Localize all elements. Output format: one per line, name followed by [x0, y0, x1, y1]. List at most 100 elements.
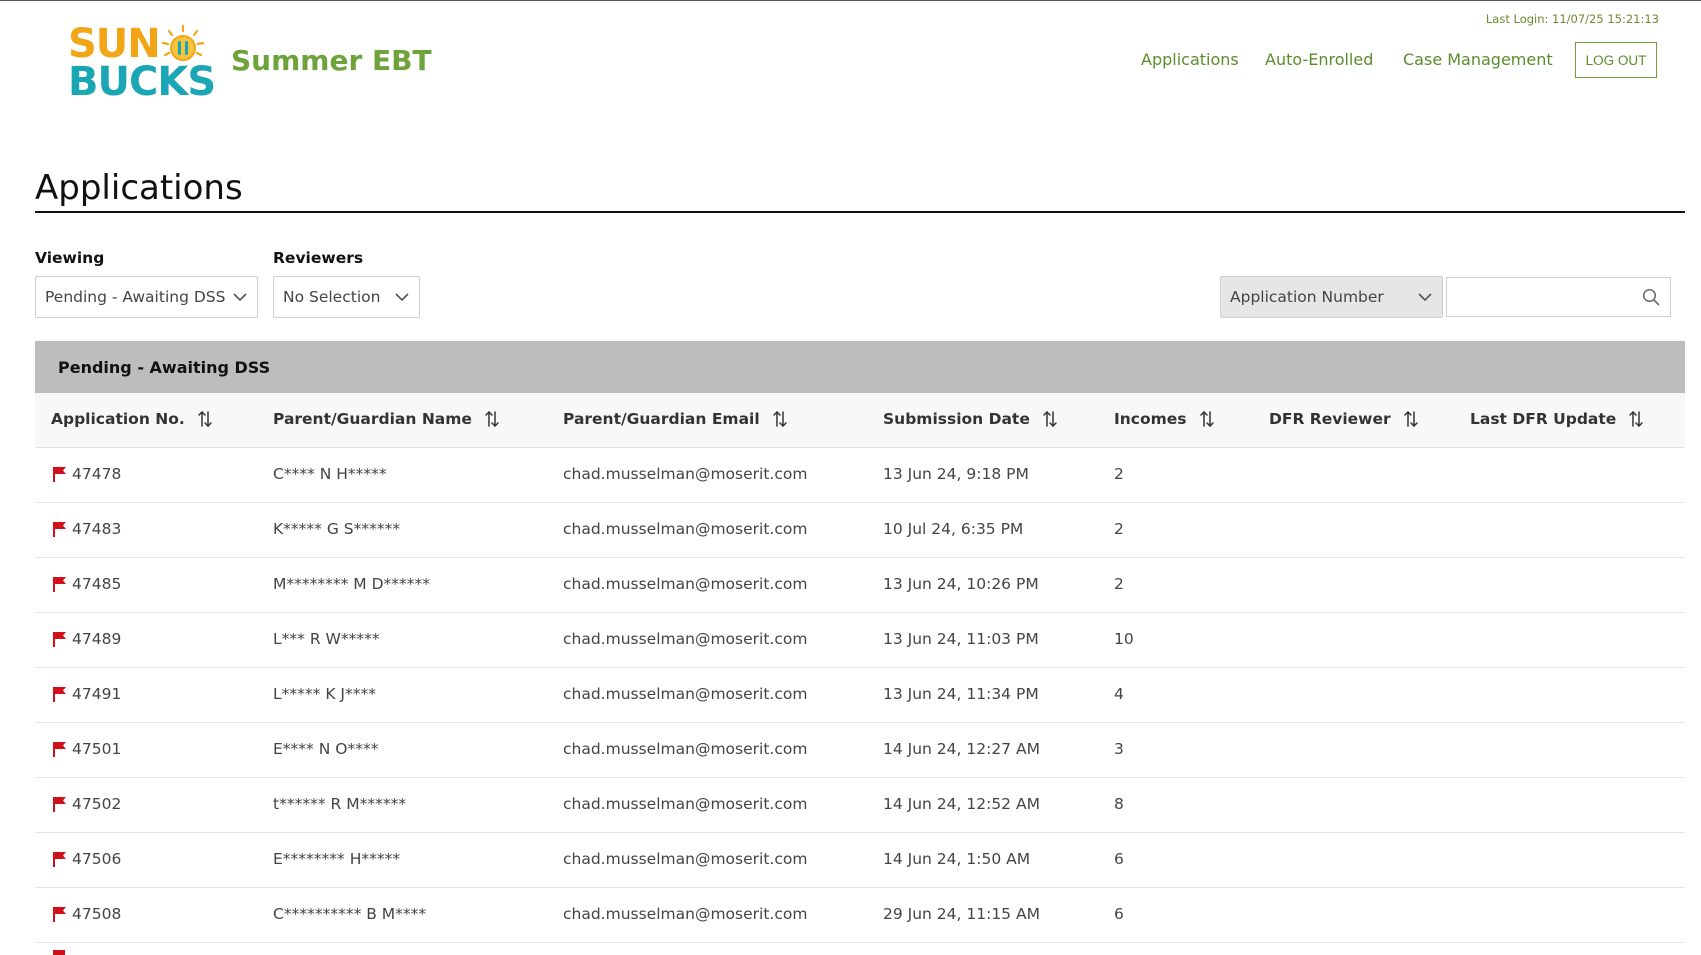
sort-arrows-icon[interactable]: [772, 410, 788, 428]
reviewers-dropdown[interactable]: No Selection: [273, 276, 420, 318]
sort-arrows-icon[interactable]: [197, 410, 213, 428]
incomes-cell: 2: [1114, 465, 1124, 483]
sort-arrows-icon[interactable]: [1042, 410, 1058, 428]
guardian-name-cell: E**** N O****: [273, 740, 379, 758]
column-header-label: Last DFR Update: [1470, 410, 1617, 428]
incomes-cell: 2: [1114, 575, 1124, 593]
column-header-incomes[interactable]: Incomes: [1114, 410, 1215, 428]
search-input[interactable]: [1453, 278, 1637, 316]
search-field-dropdown[interactable]: Application Number: [1220, 276, 1443, 318]
sort-arrows-icon[interactable]: [1628, 410, 1644, 428]
application-number-cell[interactable]: 47502: [72, 795, 121, 813]
guardian-email-cell: chad.musselman@moserit.com: [563, 795, 808, 813]
incomes-cell: 2: [1114, 520, 1124, 538]
sort-arrows-icon[interactable]: [1199, 410, 1215, 428]
nav-link-applications[interactable]: Applications: [1141, 50, 1239, 69]
logo-sun-text: SUN: [68, 21, 161, 67]
table-row[interactable]: 47506 E******** H***** chad.musselman@mose…: [35, 833, 1685, 888]
flag-icon: [53, 632, 66, 647]
application-number-cell[interactable]: 47485: [72, 575, 121, 593]
guardian-name-cell: t****** R M******: [273, 795, 407, 813]
table-row[interactable]: 47491 L***** K J**** chad.musselman@moseri…: [35, 668, 1685, 723]
table-row[interactable]: 47485 M******** M D****** chad.musselman@m…: [35, 558, 1685, 613]
guardian-email-cell: chad.musselman@moserit.com: [563, 520, 808, 538]
column-header-guardian-name[interactable]: Parent/Guardian Name: [273, 410, 500, 428]
flag-icon: [53, 522, 66, 537]
incomes-cell: 8: [1114, 795, 1124, 813]
application-number-cell[interactable]: 47483: [72, 520, 121, 538]
table-row[interactable]: 47502 t****** R M****** chad.musselman@mos…: [35, 778, 1685, 833]
submission-date-cell: 14 Jun 24, 12:52 AM: [883, 795, 1040, 813]
top-border: [0, 0, 1701, 1]
guardian-name-cell: E******** H*****: [273, 850, 401, 868]
guardian-email-cell: chad.musselman@moserit.com: [563, 465, 808, 483]
guardian-email-cell: chad.musselman@moserit.com: [563, 850, 808, 868]
nav-link-auto-enrolled[interactable]: Auto-Enrolled: [1265, 50, 1373, 69]
flag-icon: [53, 687, 66, 702]
column-header-label: Parent/Guardian Name: [273, 410, 472, 428]
table-row[interactable]: 47478 C**** N H***** chad.musselman@moseri…: [35, 448, 1685, 503]
incomes-cell: 6: [1114, 905, 1124, 923]
application-number-cell[interactable]: 47501: [72, 740, 121, 758]
last-login-timestamp: Last Login: 11/07/25 15:21:13: [1485, 12, 1659, 26]
submission-date-cell: 10 Jul 24, 6:35 PM: [883, 520, 1024, 538]
search-field-value: Application Number: [1230, 288, 1384, 306]
guardian-email-cell: chad.musselman@moserit.com: [563, 905, 808, 923]
page-title: Applications: [35, 168, 243, 208]
search-icon[interactable]: [1642, 288, 1660, 306]
submission-date-cell: 14 Jun 24, 12:27 AM: [883, 740, 1040, 758]
applications-table: Pending - Awaiting DSS Application No. Pa…: [35, 341, 1685, 943]
table-column-headers: Application No. Parent/Guardian Name Paren…: [35, 393, 1685, 448]
flag-icon: [53, 950, 65, 955]
column-header-application-no[interactable]: Application No.: [51, 410, 213, 428]
viewing-dropdown[interactable]: Pending - Awaiting DSS: [35, 276, 258, 318]
viewing-dropdown-value: Pending - Awaiting DSS: [45, 288, 226, 306]
guardian-email-cell: chad.musselman@moserit.com: [563, 575, 808, 593]
search-box: [1446, 277, 1671, 317]
reviewers-label: Reviewers: [273, 249, 364, 267]
guardian-name-cell: L***** K J****: [273, 685, 376, 703]
incomes-cell: 4: [1114, 685, 1124, 703]
table-row[interactable]: 47508 C********** B M**** chad.musselman@m…: [35, 888, 1685, 943]
flag-icon: [53, 797, 66, 812]
column-header-last-dfr-update[interactable]: Last DFR Update: [1470, 410, 1644, 428]
logo-bucks-text: BUCKS: [68, 59, 216, 105]
guardian-name-cell: C**** N H*****: [273, 465, 387, 483]
column-header-label: Application No.: [51, 410, 185, 428]
application-number-cell[interactable]: 47491: [72, 685, 121, 703]
flag-icon: [53, 742, 66, 757]
incomes-cell: 3: [1114, 740, 1124, 758]
logout-button[interactable]: LOG OUT: [1575, 42, 1657, 78]
table-body: 47478 C**** N H***** chad.musselman@moseri…: [35, 448, 1685, 943]
column-header-label: Incomes: [1114, 410, 1187, 428]
application-number-cell[interactable]: 47489: [72, 630, 121, 648]
nav-link-case-management[interactable]: Case Management: [1403, 50, 1553, 69]
brand-name: Summer EBT: [231, 44, 432, 77]
column-header-submission-date[interactable]: Submission Date: [883, 410, 1058, 428]
sort-arrows-icon[interactable]: [484, 410, 500, 428]
reviewers-dropdown-value: No Selection: [283, 288, 381, 306]
incomes-cell: 10: [1114, 630, 1134, 648]
column-header-label: DFR Reviewer: [1269, 410, 1391, 428]
submission-date-cell: 29 Jun 24, 11:15 AM: [883, 905, 1040, 923]
guardian-name-cell: K***** G S******: [273, 520, 401, 538]
sort-arrows-icon[interactable]: [1403, 410, 1419, 428]
guardian-name-cell: C********** B M****: [273, 905, 427, 923]
application-number-cell[interactable]: 47508: [72, 905, 121, 923]
table-row[interactable]: 47483 K***** G S****** chad.musselman@mose…: [35, 503, 1685, 558]
guardian-email-cell: chad.musselman@moserit.com: [563, 630, 808, 648]
guardian-email-cell: chad.musselman@moserit.com: [563, 685, 808, 703]
submission-date-cell: 13 Jun 24, 9:18 PM: [883, 465, 1029, 483]
viewing-label: Viewing: [35, 249, 105, 267]
sunbucks-logo[interactable]: SUN BUCKS: [68, 21, 216, 102]
column-header-dfr-reviewer[interactable]: DFR Reviewer: [1269, 410, 1419, 428]
submission-date-cell: 13 Jun 24, 11:34 PM: [883, 685, 1039, 703]
guardian-name-cell: L*** R W*****: [273, 630, 380, 648]
application-number-cell[interactable]: 47478: [72, 465, 121, 483]
column-header-guardian-email[interactable]: Parent/Guardian Email: [563, 410, 788, 428]
table-row[interactable]: 47489 L*** R W***** chad.musselman@moserit…: [35, 613, 1685, 668]
table-row[interactable]: 47501 E**** N O**** chad.musselman@moserit…: [35, 723, 1685, 778]
table-section-title: Pending - Awaiting DSS: [35, 341, 1685, 393]
application-number-cell[interactable]: 47506: [72, 850, 121, 868]
flag-icon: [53, 467, 66, 482]
